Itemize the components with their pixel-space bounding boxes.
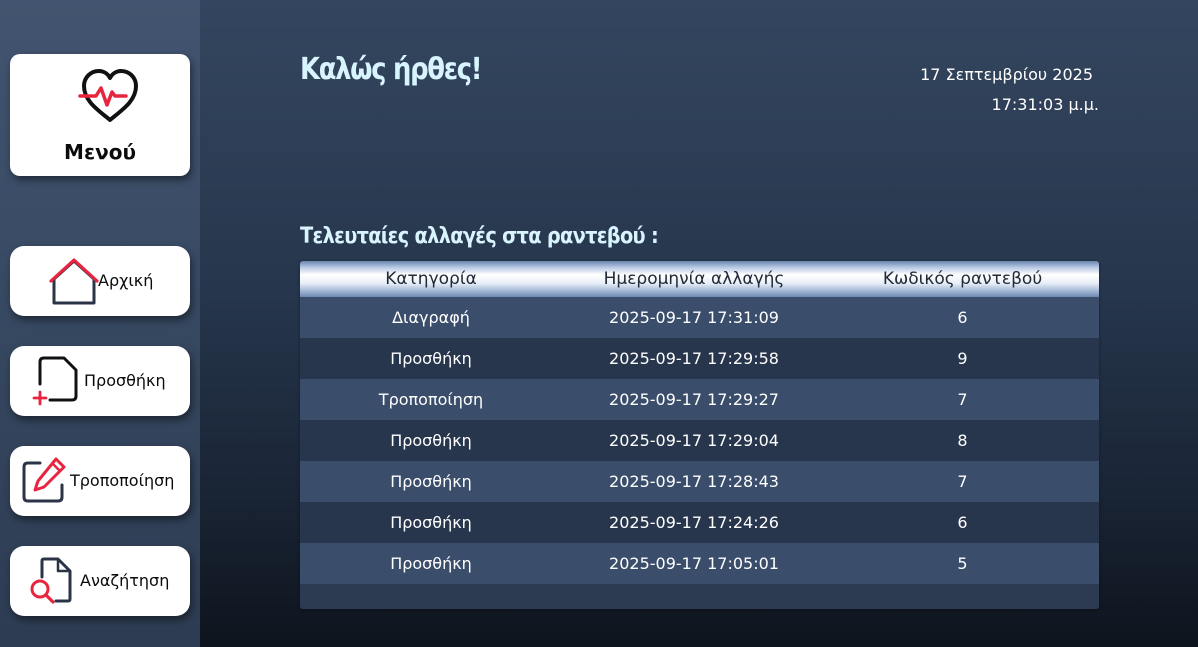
- cell-category: Προσθήκη: [390, 431, 472, 450]
- edit-icon: [22, 457, 66, 503]
- column-header-change-date[interactable]: Ημερομηνία αλλαγής: [562, 261, 826, 297]
- cell-appointment-code: 8: [957, 431, 968, 450]
- column-header-category[interactable]: Κατηγορία: [300, 261, 562, 297]
- table-row[interactable]: Διαγραφή 2025-09-17 17:31:09 6: [300, 297, 1099, 338]
- nav-search-label: Αναζήτηση: [80, 571, 170, 590]
- column-header-appointment-code[interactable]: Κωδικός ραντεβού: [826, 261, 1099, 297]
- nav-home-label: Αρχική: [98, 271, 154, 290]
- welcome-title: Καλώς ήρθες!: [300, 52, 483, 87]
- add-document-icon: [32, 356, 78, 406]
- cell-category: Διαγραφή: [392, 308, 470, 327]
- cell-appointment-code: 6: [957, 308, 968, 327]
- current-date: 17 Σεπτεμβρίου 2025: [920, 65, 1093, 84]
- current-time: 17:31:03 μ.μ.: [991, 95, 1099, 114]
- cell-change-date: 2025-09-17 17:24:26: [609, 513, 779, 532]
- cell-change-date: 2025-09-17 17:31:09: [609, 308, 779, 327]
- table-row[interactable]: Προσθήκη 2025-09-17 17:28:43 7: [300, 461, 1099, 502]
- home-icon: [49, 258, 99, 305]
- nav-add-label: Προσθήκη: [84, 371, 166, 390]
- nav-add-button[interactable]: Προσθήκη: [10, 346, 190, 416]
- sidebar: Μενού Αρχική Προσθήκη Τροποποίηση Αναζήτ…: [0, 0, 200, 647]
- cell-appointment-code: 7: [957, 472, 968, 491]
- table-row[interactable]: Προσθήκη 2025-09-17 17:24:26 6: [300, 502, 1099, 543]
- cell-category: Προσθήκη: [390, 349, 472, 368]
- recent-changes-title: Τελευταίες αλλαγές στα ραντεβού :: [300, 224, 659, 249]
- cell-appointment-code: 7: [957, 390, 968, 409]
- heart-pulse-icon: [78, 69, 138, 122]
- cell-change-date: 2025-09-17 17:29:04: [609, 431, 779, 450]
- table-row[interactable]: Τροποποίηση 2025-09-17 17:29:27 7: [300, 379, 1099, 420]
- cell-appointment-code: 5: [957, 554, 968, 573]
- cell-change-date: 2025-09-17 17:05:01: [609, 554, 779, 573]
- search-document-icon: [30, 557, 72, 604]
- cell-category: Τροποποίηση: [378, 390, 484, 409]
- cell-category: Προσθήκη: [390, 472, 472, 491]
- table-row[interactable]: Προσθήκη 2025-09-17 17:29:04 8: [300, 420, 1099, 461]
- cell-change-date: 2025-09-17 17:28:43: [609, 472, 779, 491]
- nav-home-button[interactable]: Αρχική: [10, 246, 190, 316]
- cell-appointment-code: 6: [957, 513, 968, 532]
- nav-edit-button[interactable]: Τροποποίηση: [10, 446, 190, 516]
- nav-edit-label: Τροποποίηση: [70, 471, 175, 490]
- cell-change-date: 2025-09-17 17:29:58: [609, 349, 779, 368]
- recent-changes-table: Κατηγορία Ημερομηνία αλλαγής Κωδικός ραν…: [300, 261, 1099, 609]
- table-row[interactable]: Προσθήκη 2025-09-17 17:29:58 9: [300, 338, 1099, 379]
- menu-label: Μενού: [64, 140, 136, 164]
- cell-appointment-code: 9: [957, 349, 968, 368]
- cell-change-date: 2025-09-17 17:29:27: [609, 390, 779, 409]
- cell-category: Προσθήκη: [390, 554, 472, 573]
- table-header: Κατηγορία Ημερομηνία αλλαγής Κωδικός ραν…: [300, 261, 1099, 297]
- table-row[interactable]: Προσθήκη 2025-09-17 17:05:01 5: [300, 543, 1099, 584]
- cell-category: Προσθήκη: [390, 513, 472, 532]
- menu-card[interactable]: Μενού: [10, 54, 190, 176]
- table-empty-area: [300, 584, 1099, 609]
- nav-search-button[interactable]: Αναζήτηση: [10, 546, 190, 616]
